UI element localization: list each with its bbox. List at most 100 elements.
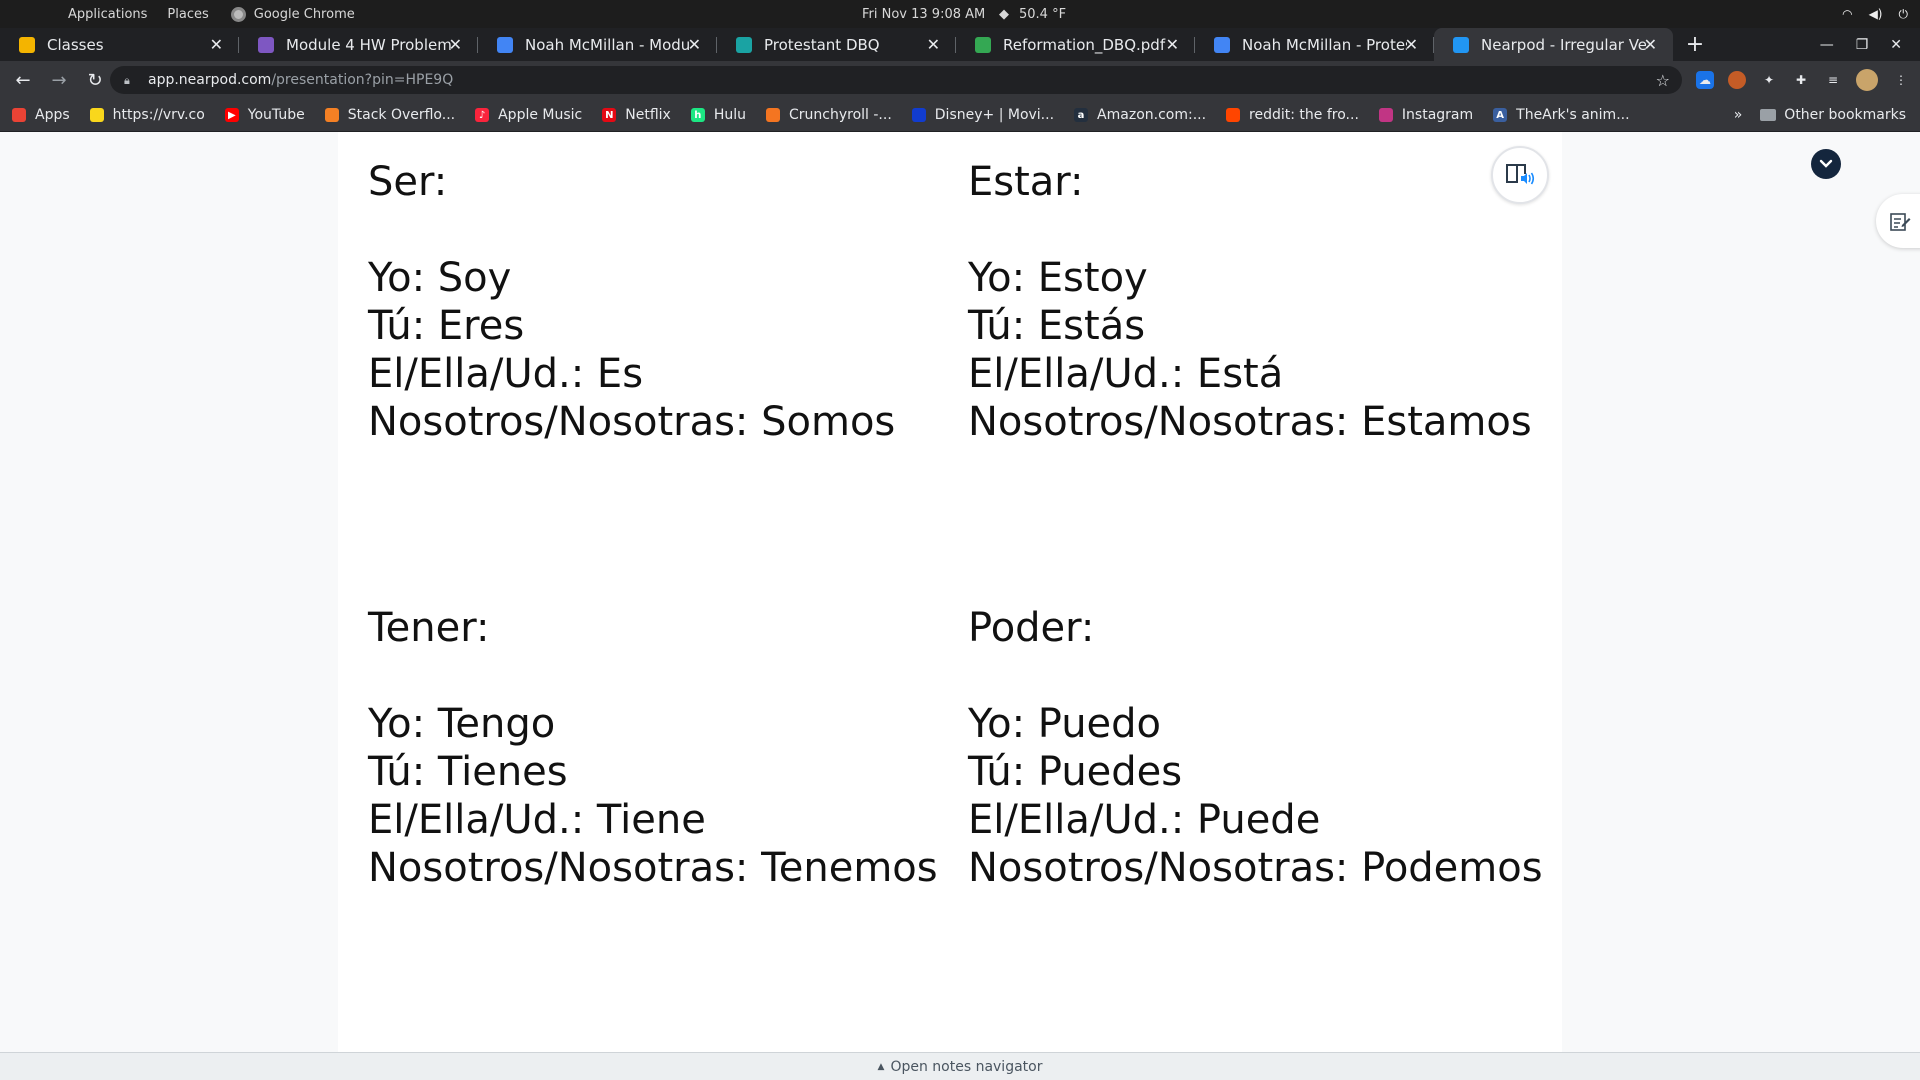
power-icon: ⏻ — [1898, 6, 1909, 21]
more-bookmarks-icon[interactable]: » — [1734, 107, 1743, 123]
bookmark-favicon-icon — [1226, 108, 1241, 122]
tab-close-icon[interactable]: ✕ — [927, 35, 940, 54]
tab-close-icon[interactable]: ✕ — [1644, 35, 1657, 54]
bookmark-favicon-icon — [766, 108, 780, 122]
tab-3[interactable]: Noah McMillan - Module 4✕ — [478, 28, 717, 61]
tab-5[interactable]: Reformation_DBQ.pdf - G✕ — [956, 28, 1195, 61]
verb-heading: Ser: — [368, 159, 448, 205]
other-bookmarks-folder[interactable]: Other bookmarks — [1760, 107, 1906, 123]
tab-6[interactable]: Noah McMillan - Protestan✕ — [1195, 28, 1434, 61]
bookmark-item[interactable]: A TheArk's anim... — [1493, 107, 1630, 123]
tab-close-icon[interactable]: ✕ — [449, 35, 462, 54]
pizza-extension-icon[interactable] — [1728, 71, 1746, 89]
bookmark-star-icon[interactable]: ☆ — [1656, 71, 1670, 90]
back-icon[interactable]: ← — [10, 67, 36, 93]
minimize-icon[interactable]: — — [1820, 37, 1834, 53]
bookmark-label: YouTube — [247, 107, 305, 123]
bookmark-favicon-icon: N — [602, 108, 617, 122]
bookmark-label: Instagram — [1401, 107, 1474, 123]
bookmark-label: Stack Overflo... — [347, 107, 456, 123]
immersive-reader-button[interactable] — [1491, 146, 1549, 204]
reload-icon[interactable]: ↻ — [82, 67, 108, 93]
tab-close-icon[interactable]: ✕ — [1405, 35, 1418, 54]
bookmark-label: https://vrv.co — [112, 107, 205, 123]
bookmark-label: Disney+ | Movi... — [934, 107, 1055, 123]
system-tray[interactable]: ◠ ◀) ⏻ — [1842, 7, 1908, 22]
wifi-icon: ◠ — [1842, 6, 1853, 21]
tab-close-icon[interactable]: ✕ — [688, 35, 701, 54]
chrome-icon — [230, 6, 246, 22]
places-menu[interactable]: Places — [167, 7, 208, 22]
bookmark-item[interactable]: ♪ Apple Music — [475, 107, 582, 123]
notes-navigator-bar[interactable]: ▲ Open notes navigator — [0, 1052, 1920, 1080]
tab-close-icon[interactable]: ✕ — [210, 35, 223, 54]
tab-2[interactable]: Module 4 HW Problems ✕ — [239, 28, 478, 61]
conjugation-line: Tú: Eres — [368, 303, 525, 349]
bookmark-favicon-icon — [911, 108, 926, 122]
bookmark-favicon-icon: ▶ — [224, 108, 239, 122]
bookmark-label: reddit: the fro... — [1249, 107, 1359, 123]
tab-favicon-icon — [1453, 36, 1469, 53]
conjugation-line: El/Ella/Ud.: Tiene — [368, 797, 706, 843]
bookmark-item[interactable]: Instagram — [1378, 107, 1474, 123]
forward-icon[interactable]: → — [46, 67, 72, 93]
conjugation-line: Yo: Puedo — [968, 701, 1162, 747]
conjugation-line: El/Ella/Ud.: Es — [368, 351, 644, 397]
bookmark-item[interactable]: h Hulu — [690, 107, 746, 123]
active-app-indicator[interactable]: Google Chrome — [230, 6, 355, 22]
tab-favicon-icon — [1214, 36, 1230, 53]
bookmark-item[interactable]: Apps — [12, 107, 70, 123]
address-bar[interactable]: 🔒︎ app.nearpod.com/presentation?pin=HPE9… — [110, 66, 1682, 94]
weather-indicator[interactable]: ◆ 50.4 °F — [999, 7, 1066, 22]
folder-icon — [1760, 109, 1777, 121]
other-bookmarks-label: Other bookmarks — [1784, 107, 1906, 123]
profile-avatar[interactable] — [1856, 69, 1878, 91]
tab-1[interactable]: Classes ✕ — [0, 28, 239, 61]
new-tab-icon[interactable]: + — [1677, 28, 1713, 61]
puzzle-extensions-icon[interactable]: ✚ — [1792, 71, 1810, 89]
cloud-extension-icon[interactable]: ☁ — [1696, 71, 1714, 89]
conjugation-line: Yo: Estoy — [968, 255, 1148, 301]
bookmark-label: Crunchyroll -... — [789, 107, 892, 123]
conjugation-line: Nosotros/Nosotras: Somos — [368, 399, 896, 445]
notes-toggle-button[interactable] — [1876, 194, 1920, 248]
bookmark-item[interactable]: Disney+ | Movi... — [911, 107, 1055, 123]
maximize-icon[interactable]: ❐ — [1856, 37, 1869, 53]
verb-heading: Estar: — [968, 159, 1084, 205]
tab-strip: Classes ✕ Module 4 HW Problems ✕ Noah McMill… — [0, 28, 1920, 61]
collapse-header-button[interactable] — [1811, 149, 1841, 179]
bookmark-favicon-icon: h — [690, 108, 705, 122]
url-host: app.nearpod.com — [148, 72, 272, 88]
conjugation-line: Nosotros/Nosotras: Tenemos — [368, 845, 938, 891]
conjugation-line: El/Ella/Ud.: Puede — [968, 797, 1321, 843]
bookmark-item[interactable]: a Amazon.com:... — [1074, 107, 1206, 123]
tab-4[interactable]: Protestant DBQ ✕ — [717, 28, 956, 61]
conjugation-line: Tú: Puedes — [968, 749, 1183, 795]
bookmark-item[interactable]: https://vrv.co — [89, 107, 205, 123]
bookmark-item[interactable]: ▶ YouTube — [224, 107, 305, 123]
kebab-menu-icon[interactable]: ⋮ — [1892, 71, 1910, 89]
leaf-extension-icon[interactable]: ✦ — [1760, 71, 1778, 89]
chevron-down-icon — [1819, 159, 1833, 168]
bookmark-item[interactable]: N Netflix — [602, 107, 671, 123]
lock-icon[interactable]: 🔒︎ — [124, 74, 136, 87]
close-window-icon[interactable]: ✕ — [1890, 37, 1902, 53]
tab-favicon-icon — [736, 36, 752, 53]
tab-title: Nearpod - Irregular Verbs — [1481, 35, 1646, 54]
bookmark-favicon-icon — [89, 108, 104, 122]
media-queue-icon[interactable]: ≡ — [1824, 71, 1842, 89]
volume-icon: ◀) — [1868, 6, 1883, 21]
bookmark-label: TheArk's anim... — [1516, 107, 1630, 123]
extensions-area: ☁ ✦ ✚ ≡ ⋮ — [1696, 61, 1910, 99]
notes-navigator-label: Open notes navigator — [890, 1058, 1043, 1075]
tab-title: Classes — [47, 35, 104, 54]
tab-title: Noah McMillan - Module 4 — [525, 35, 690, 54]
tab-7[interactable]: Nearpod - Irregular Verbs✕ — [1434, 28, 1673, 61]
tab-close-icon[interactable]: ✕ — [1166, 35, 1179, 54]
bookmark-item[interactable]: reddit: the fro... — [1226, 107, 1359, 123]
bookmark-item[interactable]: Stack Overflo... — [324, 107, 456, 123]
bookmark-item[interactable]: Crunchyroll -... — [766, 107, 892, 123]
browser-toolbar: ← → ↻ 🔒︎ app.nearpod.com/presentation?pi… — [0, 61, 1920, 99]
clock[interactable]: Fri Nov 13 9:08 AM — [862, 7, 985, 22]
applications-menu[interactable]: Applications — [68, 7, 147, 22]
